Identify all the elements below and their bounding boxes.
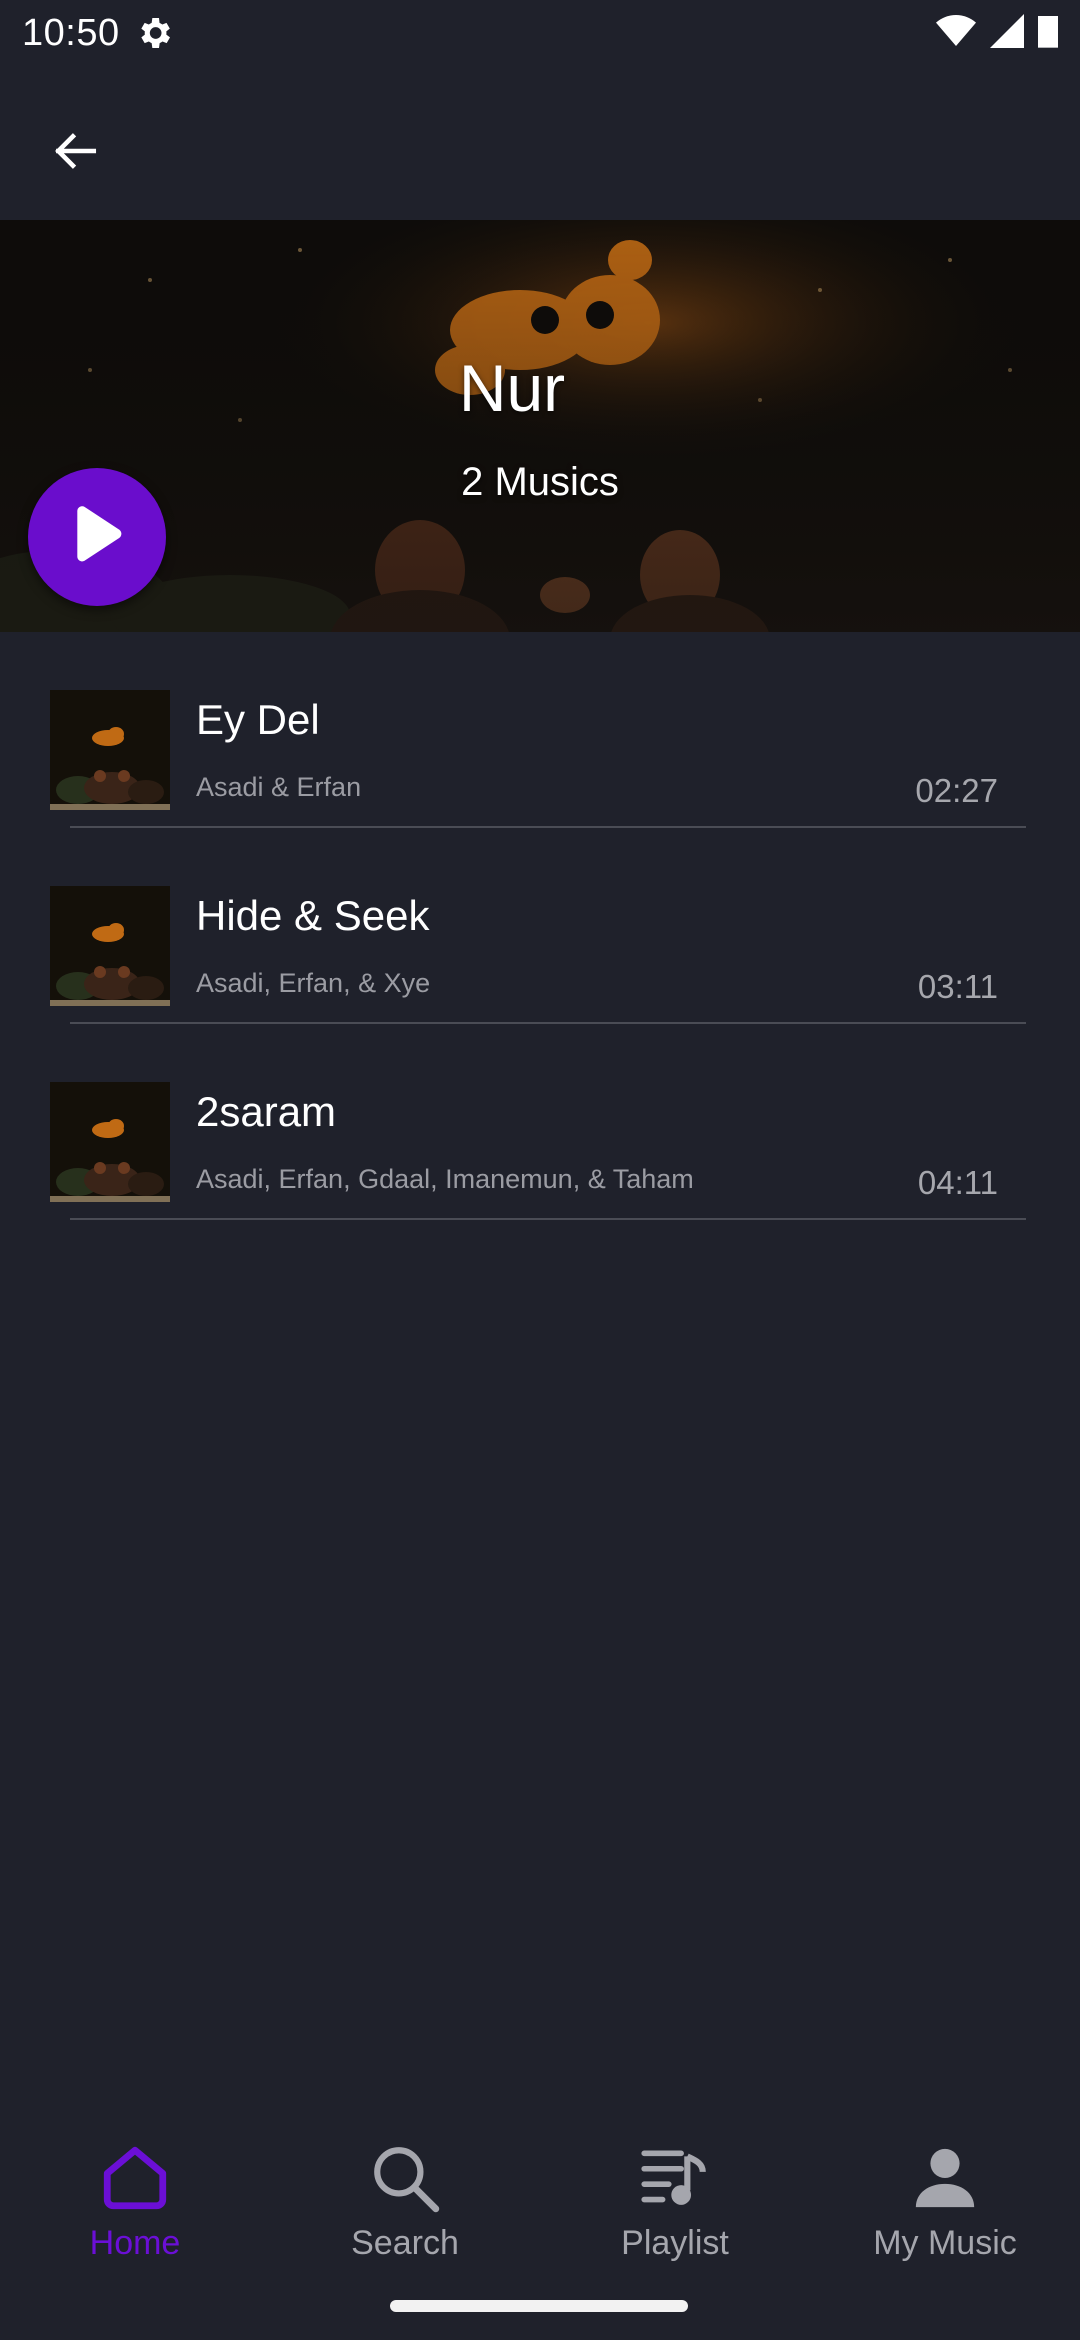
play-icon <box>77 506 122 562</box>
person-icon <box>905 2138 985 2218</box>
nav-search-label: Search <box>351 2224 459 2262</box>
gesture-home-indicator[interactable] <box>390 2300 688 2312</box>
track-list: Ey Del Asadi & Erfan 02:27 Hide & Seek A… <box>0 632 1080 1220</box>
nav-home[interactable]: Home <box>0 2120 270 2270</box>
track-title: Hide & Seek <box>196 892 430 939</box>
battery-icon <box>1038 14 1058 53</box>
album-hero-banner: Nur 2 Musics <box>0 220 1080 632</box>
nav-playlist-label: Playlist <box>621 2224 729 2262</box>
status-time: 10:50 <box>22 11 120 54</box>
track-title: 2saram <box>196 1088 337 1135</box>
nav-playlist[interactable]: Playlist <box>540 2120 810 2270</box>
search-icon <box>365 2138 445 2218</box>
cell-signal-icon <box>990 13 1024 53</box>
track-row[interactable]: 2saram Asadi, Erfan, Gdaal, Imanemun, & … <box>0 1024 1080 1220</box>
track-artwork <box>50 1082 170 1202</box>
arrow-left-icon <box>55 133 97 169</box>
track-duration: 03:11 <box>917 968 998 1005</box>
album-cover-background <box>0 220 1080 632</box>
divider <box>70 1218 1026 1220</box>
back-button[interactable] <box>30 106 120 196</box>
status-bar: 10:50 <box>0 0 1080 66</box>
track-artist: Asadi, Erfan, Gdaal, Imanemun, & Taham <box>196 1164 694 1194</box>
track-artist: Asadi, Erfan, & Xye <box>196 968 431 998</box>
track-duration: 04:11 <box>917 1164 998 1201</box>
album-track-count: 2 Musics <box>461 460 619 504</box>
home-icon <box>95 2138 175 2218</box>
top-app-bar <box>0 66 1080 220</box>
nav-home-label: Home <box>89 2224 181 2262</box>
nav-my-music-label: My Music <box>873 2224 1017 2262</box>
track-artwork <box>50 886 170 1006</box>
wifi-icon <box>936 14 976 53</box>
album-title: Nur <box>458 351 566 425</box>
track-row[interactable]: Ey Del Asadi & Erfan 02:27 <box>0 632 1080 828</box>
track-title: Ey Del <box>196 696 320 743</box>
track-artwork <box>50 690 170 810</box>
nav-search[interactable]: Search <box>270 2120 540 2270</box>
nav-my-music[interactable]: My Music <box>810 2120 1080 2270</box>
track-artist: Asadi & Erfan <box>196 772 362 802</box>
settings-gear-icon <box>134 13 174 53</box>
playlist-icon <box>635 2138 715 2218</box>
play-all-button[interactable] <box>28 468 166 606</box>
album-screen: 10:50 Nur 2 Musics Ey Del Asadi & Erfan … <box>0 0 1080 2340</box>
bottom-navigation: Home Search Playlist My Music <box>0 2120 1080 2270</box>
track-row[interactable]: Hide & Seek Asadi, Erfan, & Xye 03:11 <box>0 828 1080 1024</box>
track-duration: 02:27 <box>915 772 998 809</box>
